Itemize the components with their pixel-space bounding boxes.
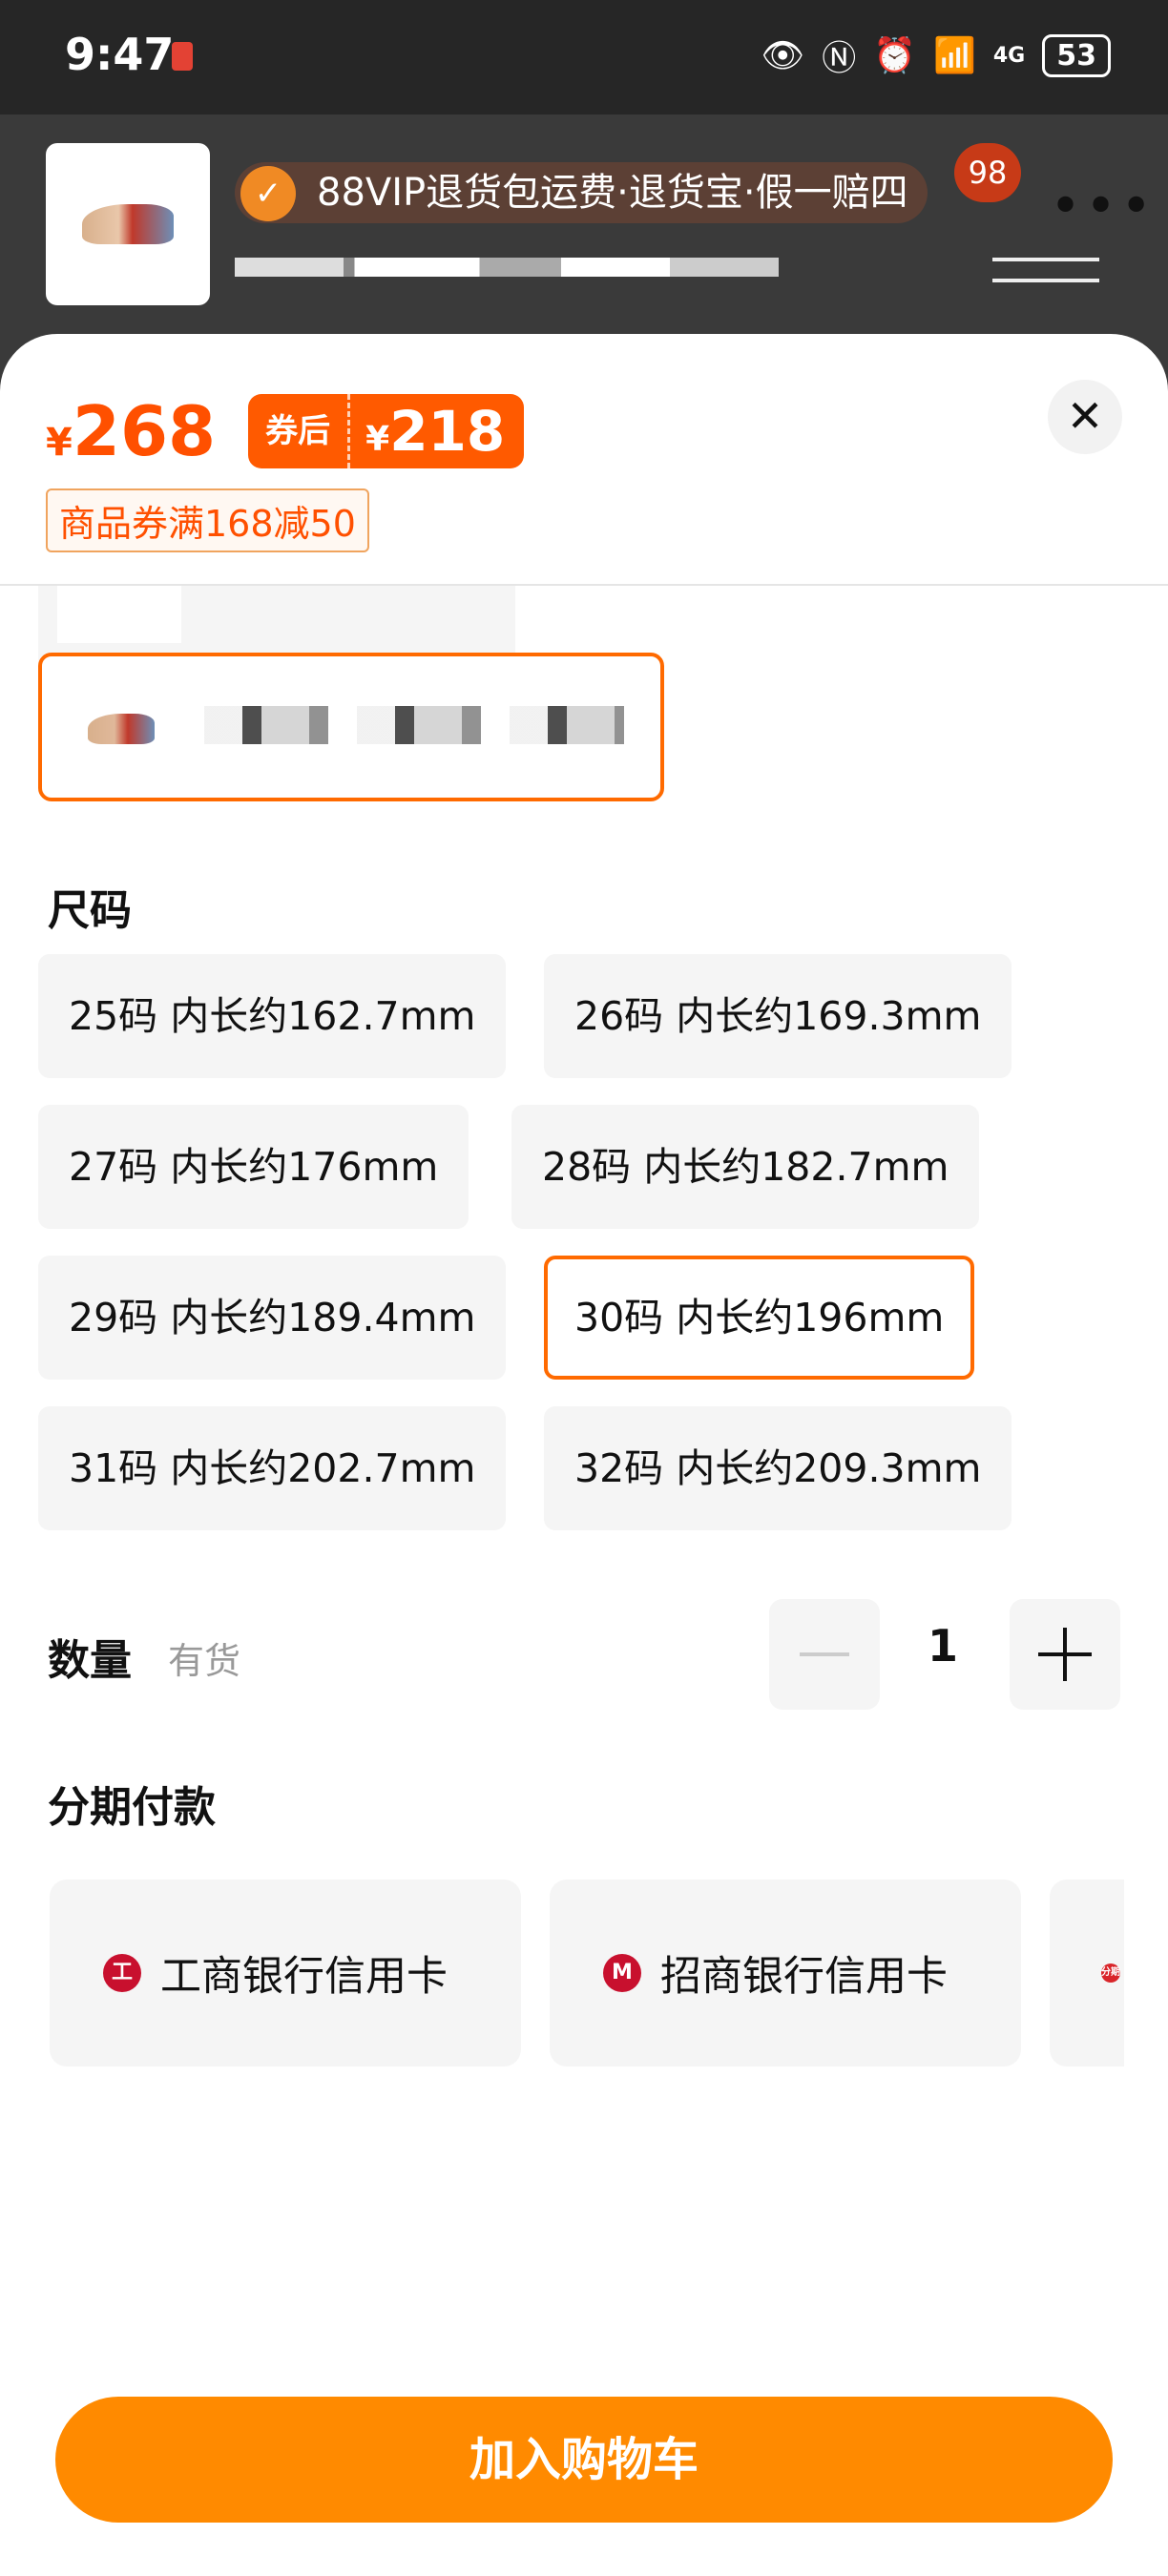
size-option[interactable]: 29码 内长约189.4mm [38, 1256, 507, 1380]
more-icon[interactable]: ••• [1050, 176, 1156, 238]
quantity-value[interactable]: 1 [887, 1620, 998, 1672]
installment-card-icbc[interactable]: 工 工商银行信用卡 [50, 1880, 521, 2067]
quantity-label: 数量 [48, 1636, 132, 1685]
size-option[interactable]: 27码 内长约176mm [38, 1105, 469, 1229]
original-price: ¥268 [46, 391, 216, 471]
coupon-price: ¥218 [350, 394, 524, 468]
shoe-image [82, 204, 174, 244]
stock-status: 有货 [168, 1640, 241, 1682]
shoe-image [88, 714, 155, 744]
installment-card-partial[interactable]: 分期 [1050, 1880, 1124, 2067]
product-header: ✓ 88VIP退货包运费·退货宝·假一赔四 98 ••• [0, 114, 1168, 343]
coupon-note[interactable]: 商品券满168减50 [46, 488, 369, 552]
currency-symbol: ¥ [46, 421, 73, 465]
cart-count-badge[interactable]: 98 [954, 143, 1021, 202]
status-time: 9:47 [65, 29, 175, 80]
size-option[interactable]: 26码 内长约169.3mm [544, 954, 1012, 1078]
sku-sheet: ¥268 券后 ¥218 商品券满168减50 ✕ 尺码 25码 内长约162.… [0, 334, 1168, 2576]
installment-card-label: 招商银行信用卡 [660, 1953, 948, 2001]
size-title: 尺码 [48, 886, 132, 935]
installment-card-label: 工商银行信用卡 [160, 1953, 448, 2001]
decrease-quantity-button[interactable] [769, 1599, 880, 1710]
shield-check-icon: ✓ [240, 166, 296, 221]
coupon-price-tag: 券后 ¥218 [248, 394, 525, 468]
vip-banner-text: 88VIP退货包运费·退货宝·假一赔四 [317, 171, 908, 215]
coupon-currency: ¥ [365, 420, 390, 459]
product-thumbnail[interactable] [46, 143, 210, 305]
increase-quantity-button[interactable] [1010, 1599, 1120, 1710]
product-title-redacted [235, 258, 779, 277]
notification-icon [172, 42, 193, 71]
color-option-selected[interactable] [38, 653, 664, 801]
nfc-icon: Ⓝ [822, 39, 857, 78]
size-option[interactable]: 32码 内长约209.3mm [544, 1406, 1012, 1530]
signal-label: 4G [992, 43, 1026, 68]
close-button[interactable]: ✕ [1048, 380, 1122, 454]
color-name-redacted [204, 706, 624, 744]
original-price-value: 268 [72, 391, 217, 471]
icbc-logo-icon: 工 [103, 1954, 141, 1992]
status-icons: 👁 Ⓝ ⏰ 📶 4G 53 [761, 31, 1111, 80]
status-bar: 9:47 👁 Ⓝ ⏰ 📶 4G 53 [0, 0, 1168, 114]
coupon-price-value: 218 [389, 399, 506, 464]
installment-card-cmb[interactable]: M 招商银行信用卡 [550, 1880, 1021, 2067]
menu-icon[interactable] [992, 258, 1099, 282]
size-option[interactable]: 31码 内长约202.7mm [38, 1406, 507, 1530]
size-option-selected[interactable]: 30码 内长约196mm [544, 1256, 975, 1380]
size-option[interactable]: 25码 内长约162.7mm [38, 954, 507, 1078]
price-row: ¥268 券后 ¥218 [46, 391, 525, 471]
coupon-label: 券后 [248, 394, 351, 468]
battery-icon: 53 [1042, 33, 1111, 77]
size-option[interactable]: 28码 内长约182.7mm [511, 1105, 980, 1229]
wifi-icon: 📶 [933, 36, 976, 75]
installment-title: 分期付款 [48, 1783, 216, 1832]
alarm-icon: ⏰ [873, 36, 917, 75]
cmb-logo-icon: M [603, 1954, 641, 1992]
installment-logo-icon: 分期 [1101, 1963, 1120, 1983]
vip-banner: ✓ 88VIP退货包运费·退货宝·假一赔四 [235, 162, 928, 223]
eye-icon: 👁 [761, 36, 805, 75]
add-to-cart-button[interactable]: 加入购物车 [55, 2397, 1113, 2523]
